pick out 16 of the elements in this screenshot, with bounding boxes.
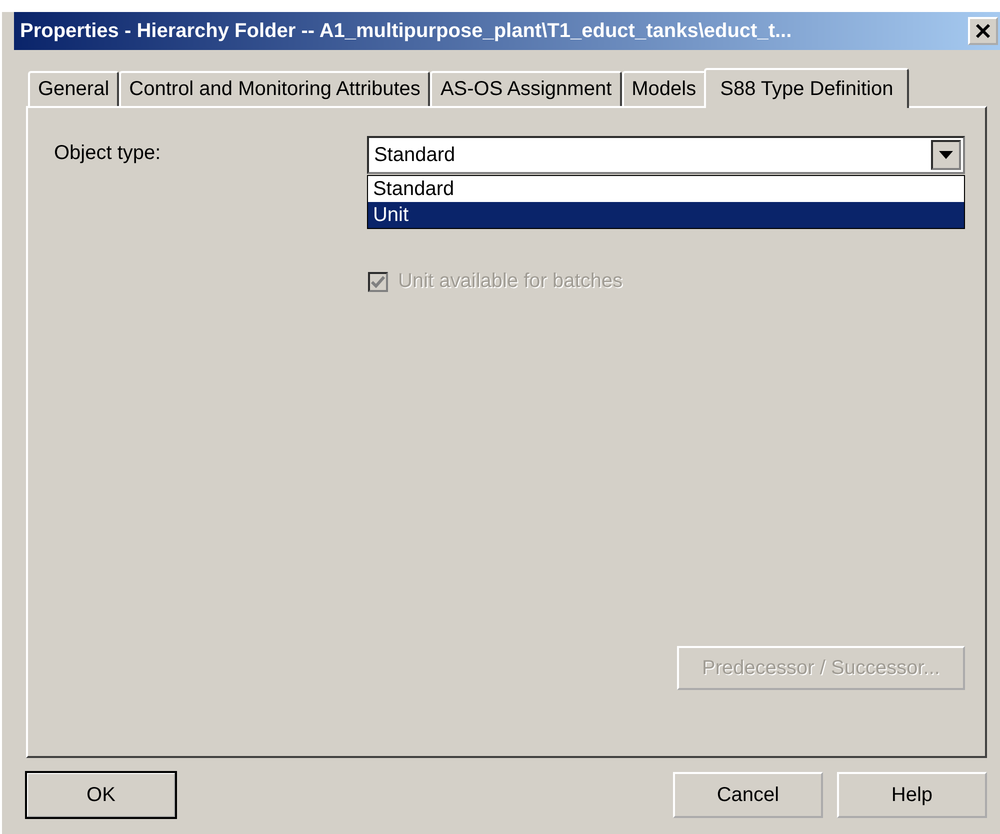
- dialog-button[interactable]: Cancel: [673, 772, 823, 818]
- dropdown-button[interactable]: [931, 140, 961, 170]
- window-title: Properties - Hierarchy Folder -- A1_multipurpose_plant\T1_educt_tanks\educt_t...: [20, 20, 792, 42]
- object-type-label: Object type:: [54, 141, 162, 165]
- close-button[interactable]: [968, 17, 998, 45]
- tab[interactable]: General: [28, 71, 120, 106]
- dropdown-option[interactable]: Unit: [368, 202, 964, 228]
- tab[interactable]: Models: [622, 71, 706, 106]
- caret-icon: [939, 151, 953, 159]
- dialog-button[interactable]: Help: [837, 772, 987, 818]
- dialog-button[interactable]: OK: [26, 772, 176, 818]
- tab[interactable]: AS-OS Assignment: [430, 71, 622, 106]
- close-icon: [974, 22, 992, 40]
- tab[interactable]: S88 Type Definition: [704, 68, 910, 108]
- object-type-dropdown[interactable]: Standard: [366, 136, 965, 174]
- tab[interactable]: Control and Monitoring Attributes: [119, 71, 430, 106]
